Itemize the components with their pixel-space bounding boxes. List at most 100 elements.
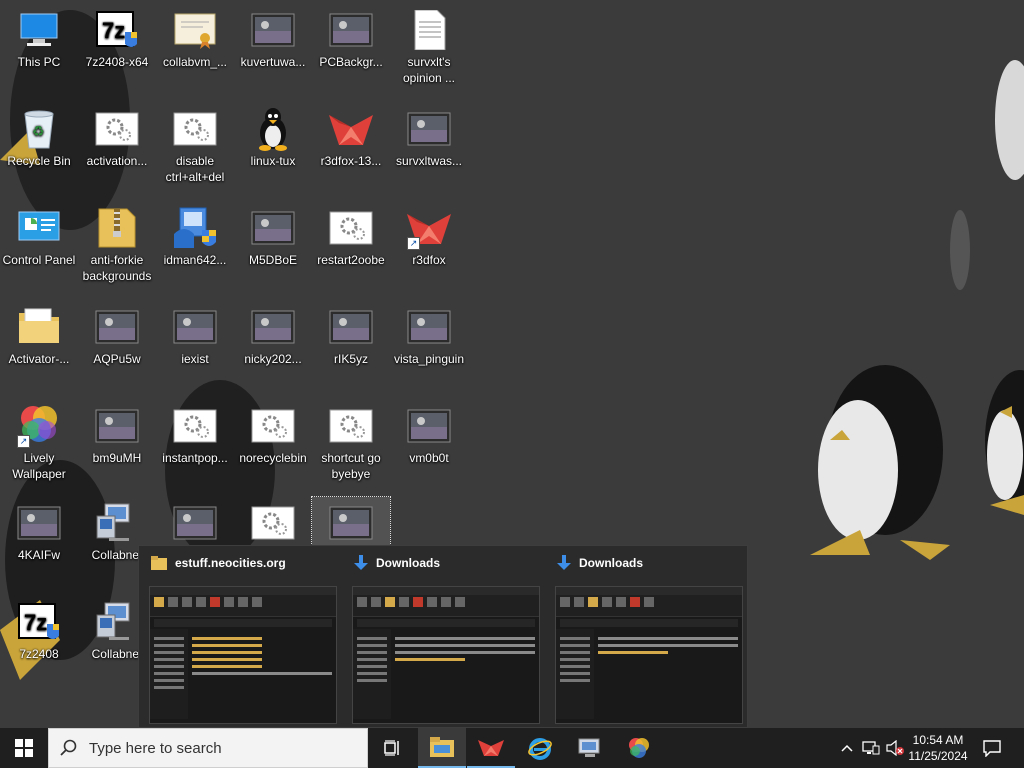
svg-text:♻: ♻	[32, 124, 45, 140]
taskbar-search-box[interactable]: Type here to search	[48, 728, 368, 768]
desktop-icon[interactable]: r3dfox-13...	[312, 103, 390, 169]
desktop-icon[interactable]: instantpop...	[156, 400, 234, 466]
control-panel-icon	[15, 206, 63, 250]
desktop-icon-label: kuvertuwa...	[240, 55, 306, 69]
start-button[interactable]	[0, 728, 48, 768]
window-preview	[149, 586, 337, 724]
text-document-icon	[405, 8, 453, 52]
tux-penguin-icon	[249, 107, 297, 151]
thumbnail-window[interactable]: estuff.neocities.org	[141, 546, 341, 729]
image-thumbnail-icon	[327, 501, 375, 545]
thumbnail-title: Downloads	[579, 556, 644, 570]
desktop-icon[interactable]: M5DBoE	[234, 202, 312, 268]
desktop-icon[interactable]: AQPu5w	[78, 301, 156, 367]
desktop-icon[interactable]: vm0b0t	[390, 400, 468, 466]
desktop-icon[interactable]: anti-forkie backgrounds	[78, 202, 156, 284]
settings-file-icon	[249, 501, 297, 545]
desktop-icon[interactable]: survxlt's opinion ...	[390, 4, 468, 86]
settings-file-icon	[249, 404, 297, 448]
desktop-icon[interactable]: survxltwas...	[390, 103, 468, 169]
clock-time: 10:54 AM	[912, 733, 964, 747]
desktop-icon-label: Control Panel	[2, 253, 76, 267]
volume-muted-icon	[886, 740, 904, 756]
image-thumbnail-icon	[93, 404, 141, 448]
desktop-icon[interactable]: Activator-...	[0, 301, 78, 367]
thumbnail-window[interactable]: Downloads	[547, 546, 747, 729]
desktop-icon[interactable]: ♻ Recycle Bin	[0, 103, 78, 169]
search-placeholder: Type here to search	[89, 739, 222, 757]
desktop-icon-label: idman642...	[163, 253, 227, 267]
desktop-icon-label: rIK5yz	[333, 352, 368, 366]
desktop-icon-label: shortcut go byebye	[321, 451, 381, 481]
taskbar-remote-desktop[interactable]	[566, 728, 614, 768]
desktop-icon-label: activation...	[86, 154, 148, 168]
image-thumbnail-icon	[15, 501, 63, 545]
taskbar-internet-explorer[interactable]	[516, 728, 564, 768]
action-center-button[interactable]	[978, 728, 1006, 768]
desktop-icon[interactable]: kuvertuwa...	[234, 4, 312, 70]
taskbar-r3dfox[interactable]	[467, 728, 515, 768]
desktop-icon-label: Activator-...	[8, 352, 70, 366]
installer-icon	[171, 206, 219, 250]
desktop-icon[interactable]: shortcut go byebye	[312, 400, 390, 482]
desktop-icon-label: r3dfox	[412, 253, 446, 267]
desktop-icon[interactable]: Control Panel	[0, 202, 78, 268]
desktop-icon[interactable]: norecyclebin	[234, 400, 312, 466]
desktop-icon[interactable]: rIK5yz	[312, 301, 390, 367]
desktop-icon-label: 7z2408-x64	[85, 55, 149, 69]
window-preview	[352, 586, 540, 724]
desktop-icon[interactable]: iexist	[156, 301, 234, 367]
image-thumbnail-icon	[327, 8, 375, 52]
desktop-icon[interactable]: This PC	[0, 4, 78, 70]
taskbar-file-explorer[interactable]	[418, 728, 466, 768]
settings-file-icon	[327, 206, 375, 250]
taskbar-clock[interactable]: 10:54 AM 11/25/2024	[904, 728, 972, 768]
windows-logo-icon	[15, 739, 33, 757]
desktop-icon[interactable]: activation...	[78, 103, 156, 169]
download-arrow-icon	[557, 555, 571, 570]
image-thumbnail-icon	[405, 404, 453, 448]
desktop-icon[interactable]: bm9uMH	[78, 400, 156, 466]
taskbar: Type here to search 10:54 AM 11/25/2024	[0, 728, 1024, 768]
desktop-icon-label: instantpop...	[162, 451, 228, 465]
show-hidden-icons-button[interactable]	[838, 728, 856, 768]
desktop-icon[interactable]: 7z 7z2408	[0, 596, 78, 662]
taskbar-thumbnail-previews: estuff.neocities.org Downloads Downloads	[138, 545, 748, 728]
desktop-icon-label: vm0b0t	[409, 451, 449, 465]
clock-date: 11/25/2024	[908, 749, 968, 763]
desktop-icon[interactable]: ↗ Lively Wallpaper	[0, 400, 78, 482]
desktop-icon[interactable]: nicky202...	[234, 301, 312, 367]
desktop-icon[interactable]: ↗ r3dfox	[390, 202, 468, 268]
svg-text:7z: 7z	[24, 610, 47, 635]
r3dfox-icon	[478, 740, 504, 756]
network-tray-button[interactable]	[860, 728, 882, 768]
recycle-bin-icon: ♻	[15, 107, 63, 151]
certificate-icon	[171, 8, 219, 52]
desktop-icon[interactable]: idman642...	[156, 202, 234, 268]
taskbar-lively-wallpaper[interactable]	[615, 728, 663, 768]
desktop-icon-label: vista_pinguin	[393, 352, 465, 366]
settings-file-icon	[171, 404, 219, 448]
volume-tray-button[interactable]	[884, 728, 906, 768]
thumbnail-title: Downloads	[376, 556, 441, 570]
folder-icon	[151, 556, 167, 570]
thumbnail-window[interactable]: Downloads	[344, 546, 544, 729]
desktop-icon[interactable]: linux-tux	[234, 103, 312, 169]
chevron-up-icon	[841, 744, 853, 752]
internet-explorer-icon	[528, 738, 552, 760]
desktop-icon-label: This PC	[17, 55, 61, 69]
desktop-icon[interactable]: 4KAIFw	[0, 497, 78, 563]
desktop-icon[interactable]: 7z 7z2408-x64	[78, 4, 156, 70]
desktop-icon[interactable]	[156, 497, 234, 547]
desktop-icon[interactable]: disable ctrl+alt+del	[156, 103, 234, 185]
r3dfox-icon	[327, 107, 375, 151]
desktop-icon[interactable]: PCBackgr...	[312, 4, 390, 70]
desktop-icon-label: survxltwas...	[395, 154, 462, 168]
desktop-icon[interactable]: vista_pinguin	[390, 301, 468, 367]
settings-file-icon	[171, 107, 219, 151]
desktop-icon[interactable]: collabvm_...	[156, 4, 234, 70]
desktop-icon[interactable]: restart2oobe	[312, 202, 390, 268]
task-view-button[interactable]	[368, 728, 416, 768]
folder-icon	[15, 305, 63, 349]
zip-folder-icon	[93, 206, 141, 250]
